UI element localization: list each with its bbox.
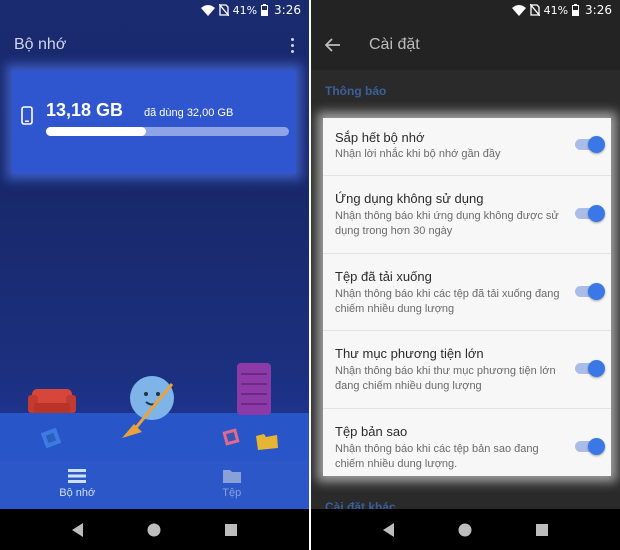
storage-screen: 41% 3:26 Bộ nhớ 13,18 GB đã dùng 32,00 G… [0, 0, 309, 550]
page-title: Bộ nhớ [14, 36, 67, 53]
unused-apps-toggle[interactable] [575, 205, 605, 222]
tab-storage-label: Bộ nhớ [59, 487, 96, 499]
no-sim-icon [218, 4, 229, 16]
setting-title: Tệp đã tải xuống [335, 269, 432, 284]
recents-nav-button[interactable] [216, 515, 246, 545]
app-bar: Bộ nhớ [0, 20, 309, 70]
battery-percent: 41% [543, 3, 569, 17]
square-recents-icon [535, 523, 548, 536]
low-storage-toggle[interactable] [575, 136, 605, 153]
storage-used: 13,18 GB [46, 100, 124, 120]
tab-files-label: Tệp [222, 487, 242, 499]
home-nav-button[interactable] [139, 515, 169, 545]
triangle-back-icon [383, 522, 395, 537]
folder-icon [222, 470, 241, 483]
setting-description: Nhận thông báo khi ứng dụng không được s… [335, 210, 559, 237]
large-media-folders-toggle[interactable] [575, 360, 605, 377]
clock: 3:26 [585, 3, 612, 17]
setting-large-media-folders[interactable]: Thư mục phương tiện lớn Nhận thông báo k… [323, 331, 611, 409]
system-nav-bar [311, 509, 620, 550]
battery-percent: 41% [232, 3, 258, 17]
wifi-icon [511, 4, 526, 16]
back-nav-button[interactable] [63, 515, 93, 545]
setting-title: Ứng dụng không sử dụng [335, 191, 484, 206]
storage-total: đã dùng 32,00 GB [144, 107, 234, 119]
clock: 3:26 [274, 3, 301, 17]
status-bar-right: 41% 3:26 [311, 0, 620, 20]
cabinet-illustration [237, 363, 271, 415]
home-nav-button[interactable] [450, 515, 480, 545]
setting-title: Sắp hết bộ nhớ [335, 130, 425, 145]
storage-progress-bar [46, 127, 289, 136]
tab-files[interactable]: Tệp [155, 461, 310, 509]
recents-nav-button[interactable] [527, 515, 557, 545]
setting-unused-apps[interactable]: Ứng dụng không sử dụng Nhận thông báo kh… [323, 176, 611, 254]
tab-storage[interactable]: Bộ nhớ [0, 461, 155, 509]
battery-icon [261, 4, 269, 16]
more-options-icon[interactable] [289, 37, 295, 53]
storage-usage-card[interactable]: 13,18 GB đã dùng 32,00 GB [12, 70, 296, 174]
bottom-navigation: Bộ nhớ Tệp [0, 461, 309, 509]
wifi-icon [200, 4, 215, 16]
section-header-notifications: Thông báo [325, 84, 387, 98]
robot-broom-illustration [122, 376, 174, 438]
sofa-illustration [28, 389, 76, 413]
status-bar: 41% 3:26 [0, 0, 309, 20]
duplicate-files-toggle[interactable] [575, 438, 605, 455]
triangle-back-icon [72, 522, 84, 537]
setting-title: Tệp bản sao [335, 424, 408, 439]
setting-description: Nhận thông báo khi các tệp đã tải xuống … [335, 288, 560, 315]
system-nav-bar [0, 509, 309, 550]
settings-app-bar: Cài đặt [311, 20, 620, 70]
folder-illustration [256, 434, 278, 450]
page-title: Cài đặt [369, 36, 420, 53]
setting-duplicate-files[interactable]: Tệp bản sao Nhận thông báo khi các tệp b… [323, 409, 611, 476]
setting-description: Nhận thông báo khi các tệp bản sao đang … [335, 443, 539, 470]
setting-description: Nhận thông báo khi thư mục phương tiện l… [335, 365, 556, 392]
circle-home-icon [458, 523, 472, 536]
square-recents-icon [224, 523, 237, 536]
settings-screen: 41% 3:26 Cài đặt Thông báo Sắp hết bộ nh… [311, 0, 620, 550]
setting-low-storage[interactable]: Sắp hết bộ nhớ Nhận lời nhắc khi bộ nhớ … [323, 118, 611, 176]
file-tile-illustration [40, 428, 62, 449]
downloaded-files-toggle[interactable] [575, 283, 605, 300]
photo-tile-illustration [222, 428, 240, 446]
storage-progress-fill [46, 127, 146, 136]
back-nav-button[interactable] [374, 515, 404, 545]
setting-title: Thư mục phương tiện lớn [335, 346, 484, 361]
setting-downloaded-files[interactable]: Tệp đã tải xuống Nhận thông báo khi các … [323, 254, 611, 331]
setting-description: Nhận lời nhắc khi bộ nhớ gần đầy [335, 148, 501, 160]
phone-icon [21, 106, 33, 125]
battery-icon [572, 4, 580, 16]
notification-settings-list: Sắp hết bộ nhớ Nhận lời nhắc khi bộ nhớ … [323, 118, 611, 476]
no-sim-icon [529, 4, 540, 16]
circle-home-icon [147, 523, 161, 536]
storage-list-icon [68, 469, 87, 483]
back-arrow-icon[interactable] [325, 38, 341, 52]
